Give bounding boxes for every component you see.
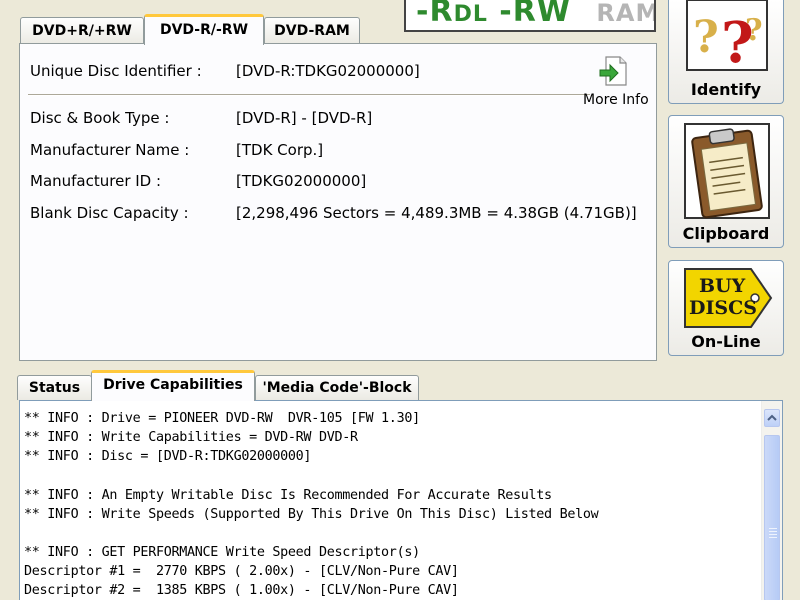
- scroll-thumb[interactable]: [764, 435, 780, 600]
- info-doc-icon: [599, 56, 627, 86]
- scroll-grip: [769, 528, 777, 540]
- log-line: ** INFO : Write Speeds (Supported By Thi…: [24, 507, 599, 522]
- log-line: ** INFO : Disc = [DVD-R:TDKG02000000]: [24, 449, 312, 464]
- disc-info-panel: Unique Disc Identifier : [DVD-R:TDKG0200…: [19, 43, 657, 361]
- log-line: Descriptor #2 = 1385 KBPS ( 1.00x) - [CL…: [24, 583, 459, 598]
- svg-text:?: ?: [745, 13, 763, 48]
- divider: [28, 94, 590, 96]
- manufacturer-id-label: Manufacturer ID :: [30, 172, 162, 190]
- tab-dvd-ram[interactable]: DVD-RAM: [264, 17, 360, 44]
- tab-status-label: Status: [28, 380, 81, 396]
- tab-media-code-block[interactable]: 'Media Code'-Block: [255, 375, 419, 400]
- book-type-label: Disc & Book Type :: [30, 109, 170, 127]
- log-line: Descriptor #1 = 2770 KBPS ( 2.00x) - [CL…: [24, 564, 459, 579]
- tab-dvd-plus-label: DVD+R/+RW: [32, 23, 132, 39]
- tab-dvd-ram-label: DVD-RAM: [274, 23, 350, 39]
- unique-id-label: Unique Disc Identifier :: [30, 62, 202, 80]
- svg-text:?: ?: [693, 12, 719, 63]
- logo-rw: -RW: [499, 0, 571, 29]
- log-line: ** INFO : Write Capabilities = DVD-RW DV…: [24, 430, 358, 445]
- scroll-up-button[interactable]: [764, 409, 780, 427]
- tab-status[interactable]: Status: [17, 375, 92, 400]
- tab-dvd-minus-label: DVD-R/-RW: [159, 22, 249, 38]
- buy-label: BUY: [699, 275, 746, 297]
- tab-drive-capabilities-label: Drive Capabilities: [103, 377, 243, 393]
- online-label: On-Line: [691, 332, 761, 351]
- vertical-scrollbar[interactable]: [761, 401, 782, 600]
- logo-r: -R: [416, 0, 454, 29]
- tab-dvd-plus[interactable]: DVD+R/+RW: [20, 17, 144, 44]
- drive-log-textarea[interactable]: ** INFO : Drive = PIONEER DVD-RW DVR-105…: [19, 400, 783, 600]
- discs-label: DISCS: [689, 297, 757, 319]
- format-logo: -RDL -RW RAM: [404, 0, 656, 32]
- unique-id-value: [DVD-R:TDKG02000000]: [236, 62, 420, 80]
- more-info-button[interactable]: More Info: [580, 52, 656, 112]
- manufacturer-id-value: [TDKG02000000]: [236, 172, 367, 190]
- clipboard-icon: [684, 123, 770, 219]
- more-info-label: More Info: [583, 92, 649, 108]
- clipboard-label: Clipboard: [682, 224, 770, 243]
- tab-dvd-minus[interactable]: DVD-R/-RW: [144, 14, 264, 45]
- manufacturer-name-label: Manufacturer Name :: [30, 141, 190, 159]
- clipboard-button[interactable]: Clipboard: [668, 115, 784, 248]
- chevron-up-icon: [767, 414, 777, 421]
- book-type-value: [DVD-R] - [DVD-R]: [236, 109, 373, 127]
- capacity-label: Blank Disc Capacity :: [30, 204, 189, 222]
- identify-button[interactable]: ? ? ? Identify: [668, 0, 784, 104]
- log-line: ** INFO : GET PERFORMANCE Write Speed De…: [24, 545, 420, 560]
- online-button[interactable]: BUY DISCS On-Line: [668, 260, 784, 356]
- capacity-value: [2,298,496 Sectors = 4,489.3MB = 4.38GB …: [236, 204, 637, 222]
- identify-label: Identify: [690, 80, 762, 99]
- logo-dl: DL: [453, 2, 488, 27]
- tab-drive-capabilities[interactable]: Drive Capabilities: [91, 370, 255, 401]
- log-line: ** INFO : Drive = PIONEER DVD-RW DVR-105…: [24, 411, 420, 426]
- tab-media-code-block-label: 'Media Code'-Block: [262, 380, 412, 396]
- logo-ram: RAM: [596, 0, 656, 27]
- log-line: ** INFO : An Empty Writable Disc Is Reco…: [24, 488, 552, 503]
- manufacturer-name-value: [TDK Corp.]: [236, 141, 324, 159]
- question-marks-icon: ? ? ?: [686, 0, 768, 76]
